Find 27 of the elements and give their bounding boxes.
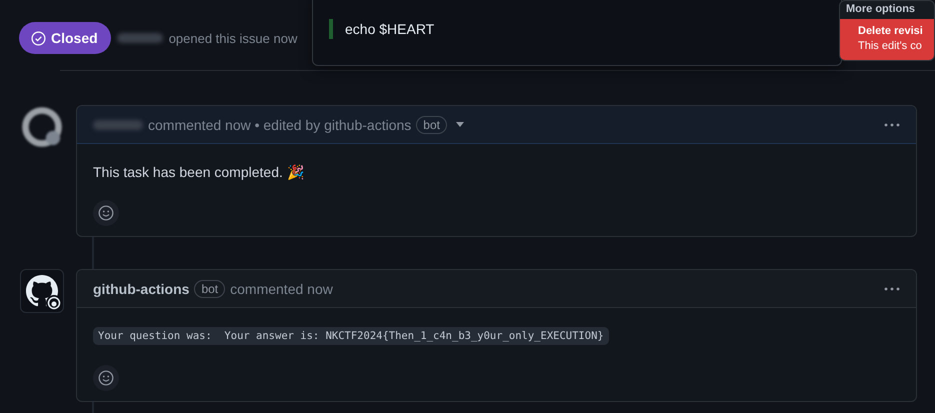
closed-badge: Closed — [19, 22, 111, 54]
comment-meta: commented now — [230, 280, 333, 296]
menu-title: More options — [845, 2, 916, 17]
diff-line: echo $HEART — [345, 21, 434, 37]
comment-text: This task has been completed. 🎉 — [93, 164, 305, 180]
author-name[interactable]: github-actions — [93, 280, 190, 296]
github-badge-icon — [46, 295, 62, 311]
more-options-icon[interactable] — [884, 122, 900, 126]
avatar[interactable] — [20, 269, 64, 313]
avatar[interactable] — [20, 105, 64, 149]
check-circle-icon — [31, 30, 46, 46]
blurred-username — [93, 120, 143, 130]
delete-revision-item[interactable]: Delete revisi This edit's co — [840, 19, 934, 60]
blurred-username — [116, 33, 163, 43]
add-reaction-button[interactable] — [93, 200, 119, 226]
menu-item-label: Delete revisi — [858, 25, 924, 37]
comment-code: Your question was: Your answer is: NKCTF2024{Then_1_c4n_b3_y0ur_only_EXECUTION} — [93, 327, 609, 345]
menu-item-description: This edit's co — [858, 40, 923, 52]
caret-icon[interactable] — [456, 122, 464, 127]
smiley-icon — [98, 370, 114, 386]
add-reaction-button[interactable] — [93, 365, 119, 391]
bot-label: bot — [194, 280, 226, 298]
opened-text: opened this issue now — [168, 30, 298, 46]
bot-label: bot — [416, 116, 447, 134]
smiley-icon — [98, 205, 114, 221]
comment-meta: commented now • edited by github-actions — [148, 116, 412, 132]
more-options-icon[interactable] — [884, 286, 900, 290]
